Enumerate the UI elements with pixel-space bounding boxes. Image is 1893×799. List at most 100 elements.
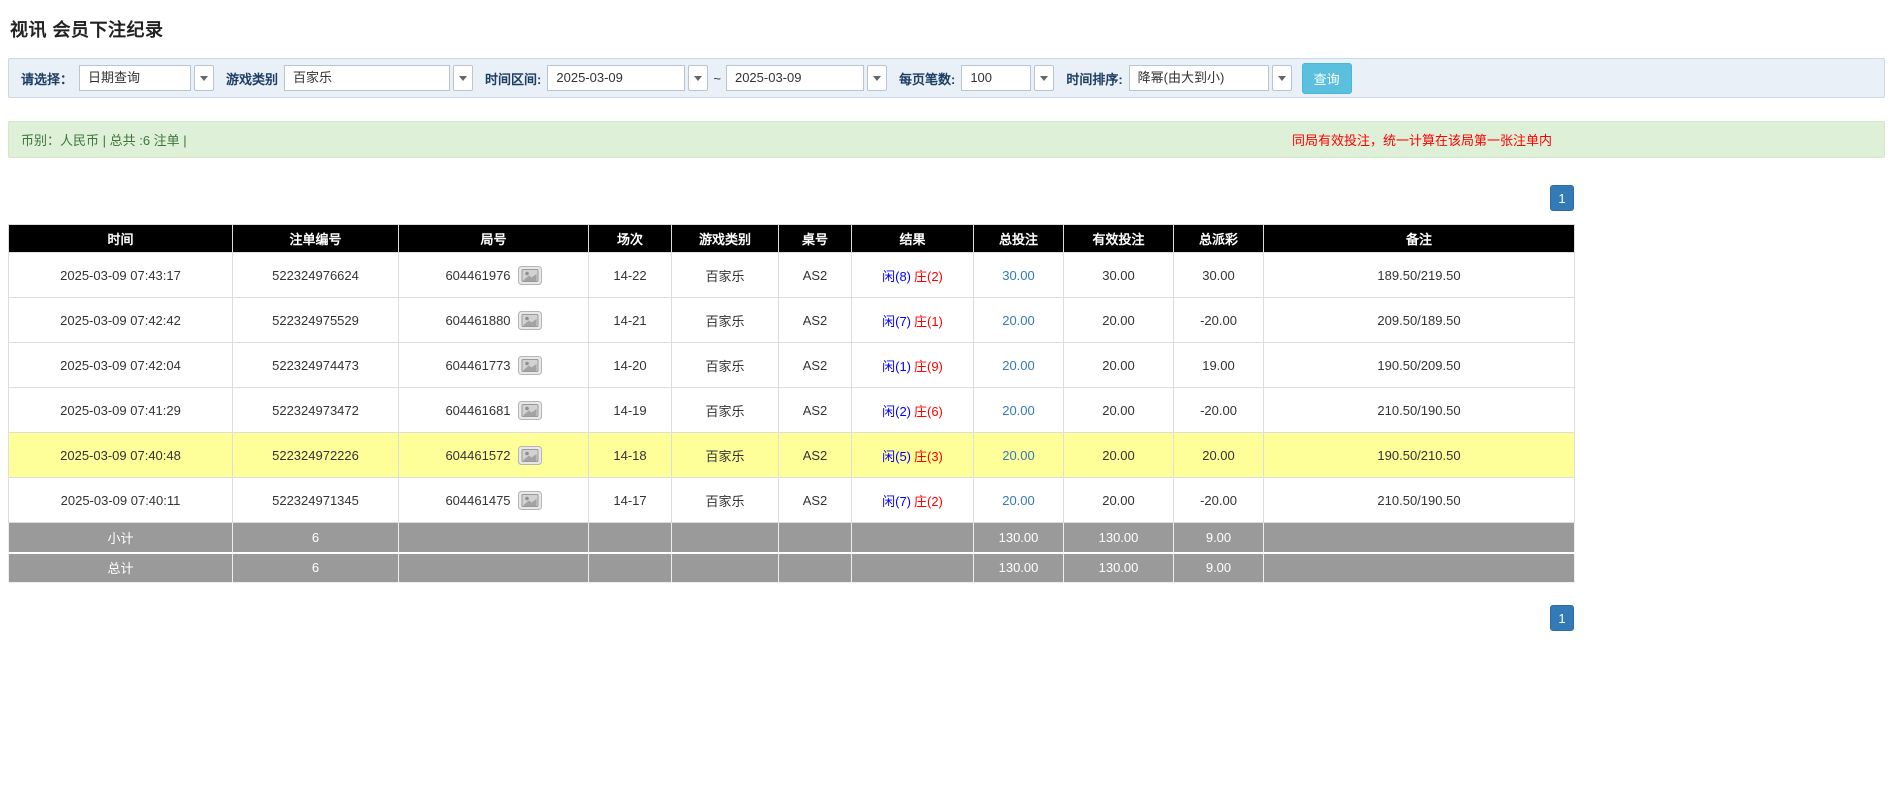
round-replay-icon[interactable] — [517, 400, 542, 420]
page-title: 视讯 会员下注纪录 — [10, 20, 164, 40]
cell-session: 14-21 — [588, 297, 672, 343]
cell-round-id: 604461976 — [398, 252, 589, 298]
cell-total-payout: 19.00 — [1173, 342, 1264, 388]
cell-note: 190.50/210.50 — [1263, 432, 1575, 478]
date-to-value[interactable]: 2025-03-09 — [725, 65, 864, 91]
round-id-text: 604461773 — [445, 357, 511, 373]
result-player: 闲(7) — [882, 493, 911, 509]
date-to-combo[interactable]: 2025-03-09 — [725, 65, 887, 91]
table-header-row: 时间 注单编号 局号 场次 游戏类别 桌号 结果 总投注 有效投注 总派彩 备注 — [8, 224, 1575, 253]
round-replay-icon[interactable] — [517, 490, 542, 510]
total-bet-link[interactable]: 20.00 — [1002, 313, 1035, 328]
result-player: 闲(5) — [882, 448, 911, 464]
sort-order-value[interactable]: 降幂(由大到小) — [1128, 65, 1269, 91]
total-bet-link[interactable]: 20.00 — [1002, 448, 1035, 463]
result-banker: 庄(9) — [914, 358, 943, 374]
chevron-down-icon[interactable] — [1034, 65, 1055, 91]
cell-bet-id: 522324971345 — [232, 477, 399, 523]
pagination-top: 1 — [8, 185, 1574, 211]
page-button-1[interactable]: 1 — [1550, 185, 1574, 211]
result-player: 闲(8) — [882, 268, 911, 284]
bet-records-table: 时间 注单编号 局号 场次 游戏类别 桌号 结果 总投注 有效投注 总派彩 备注… — [8, 224, 1575, 583]
col-header-total-payout: 总派彩 — [1173, 224, 1264, 253]
round-replay-icon[interactable] — [517, 445, 542, 465]
cell-bet-id: 522324972226 — [232, 432, 399, 478]
pagination-bottom: 1 — [8, 605, 1574, 631]
total-label: 总计 — [8, 551, 233, 583]
cell-valid-bet: 20.00 — [1063, 477, 1174, 523]
summary-notice: 同局有效投注，统一计算在该局第一张注单内 — [1291, 133, 1552, 148]
cell-table-no: AS2 — [778, 252, 852, 298]
total-payout: 9.00 — [1173, 551, 1264, 583]
cell-game-type: 百家乐 — [671, 477, 779, 523]
time-range-label: 时间区间: — [485, 71, 542, 87]
caret-icon — [1040, 75, 1049, 81]
round-id-text: 604461475 — [445, 492, 511, 508]
col-header-valid-bet: 有效投注 — [1063, 224, 1174, 253]
subtotal-payout: 9.00 — [1173, 522, 1264, 553]
cell-round-id: 604461475 — [398, 477, 589, 523]
query-type-combo[interactable]: 日期查询 — [79, 65, 215, 91]
chevron-down-icon[interactable] — [688, 65, 709, 91]
cell-session: 14-18 — [588, 432, 672, 478]
total-valid-bet: 130.00 — [1063, 551, 1174, 583]
game-type-combo[interactable]: 百家乐 — [284, 65, 474, 91]
cell-total-bet: 20.00 — [973, 432, 1064, 478]
result-banker: 庄(6) — [914, 403, 943, 419]
cell-bet-id: 522324976624 — [232, 252, 399, 298]
table-row: 2025-03-09 07:43:17 522324976624 6044619… — [8, 252, 1575, 298]
cell-time: 2025-03-09 07:40:48 — [8, 432, 233, 478]
range-separator: ~ — [713, 70, 721, 86]
total-bet-link[interactable]: 20.00 — [1002, 403, 1035, 418]
cell-result: 闲(8) 庄(2) — [851, 252, 974, 298]
cell-note: 210.50/190.50 — [1263, 387, 1575, 433]
page-size-combo[interactable]: 100 — [961, 65, 1055, 91]
caret-icon — [872, 75, 881, 81]
total-bet-link[interactable]: 20.00 — [1002, 358, 1035, 373]
round-replay-icon[interactable] — [517, 265, 542, 285]
result-banker: 庄(2) — [914, 268, 943, 284]
page: 视讯 会员下注纪录 请选择： 日期查询 游戏类别 百家乐 时间区间: 2025-… — [0, 0, 1893, 661]
total-bet-link[interactable]: 20.00 — [1002, 493, 1035, 508]
cell-game-type: 百家乐 — [671, 342, 779, 388]
cell-note: 209.50/189.50 — [1263, 297, 1575, 343]
cell-total-bet: 20.00 — [973, 387, 1064, 433]
col-header-time: 时间 — [8, 224, 233, 253]
cell-total-bet: 30.00 — [973, 252, 1064, 298]
cell-game-type: 百家乐 — [671, 387, 779, 433]
date-from-value[interactable]: 2025-03-09 — [547, 65, 686, 91]
cell-time: 2025-03-09 07:43:17 — [8, 252, 233, 298]
chevron-down-icon[interactable] — [1271, 65, 1292, 91]
game-type-value[interactable]: 百家乐 — [284, 65, 451, 91]
subtotal-count: 6 — [232, 522, 399, 553]
round-replay-icon[interactable] — [517, 310, 542, 330]
date-from-combo[interactable]: 2025-03-09 — [547, 65, 709, 91]
summary-bar: 币别：人民币 | 总共 :6 注单 | 同局有效投注，统一计算在该局第一张注单内 — [8, 121, 1885, 158]
query-type-value[interactable]: 日期查询 — [79, 65, 192, 91]
cell-table-no: AS2 — [778, 387, 852, 433]
total-bet-link[interactable]: 30.00 — [1002, 268, 1035, 283]
cell-session: 14-20 — [588, 342, 672, 388]
cell-total-payout: -20.00 — [1173, 387, 1264, 433]
total-row: 总计 6 130.00 130.00 9.00 — [8, 551, 1575, 583]
search-button[interactable]: 查询 — [1301, 62, 1352, 94]
cell-valid-bet: 20.00 — [1063, 297, 1174, 343]
chevron-down-icon[interactable] — [866, 65, 887, 91]
cell-table-no: AS2 — [778, 342, 852, 388]
cell-note: 210.50/190.50 — [1263, 477, 1575, 523]
round-replay-icon[interactable] — [517, 355, 542, 375]
sort-order-combo[interactable]: 降幂(由大到小) — [1128, 65, 1292, 91]
col-header-session: 场次 — [588, 224, 672, 253]
cell-table-no: AS2 — [778, 297, 852, 343]
caret-icon — [694, 75, 703, 81]
chevron-down-icon[interactable] — [453, 65, 474, 91]
cell-session: 14-22 — [588, 252, 672, 298]
total-total-bet: 130.00 — [973, 551, 1064, 583]
page-button-1[interactable]: 1 — [1550, 605, 1574, 631]
page-size-value[interactable]: 100 — [961, 65, 1032, 91]
chevron-down-icon[interactable] — [194, 65, 215, 91]
table-row: 2025-03-09 07:40:11 522324971345 6044614… — [8, 477, 1575, 523]
cell-valid-bet: 20.00 — [1063, 432, 1174, 478]
sort-order-label: 时间排序: — [1066, 71, 1123, 87]
round-id-text: 604461572 — [445, 447, 511, 463]
